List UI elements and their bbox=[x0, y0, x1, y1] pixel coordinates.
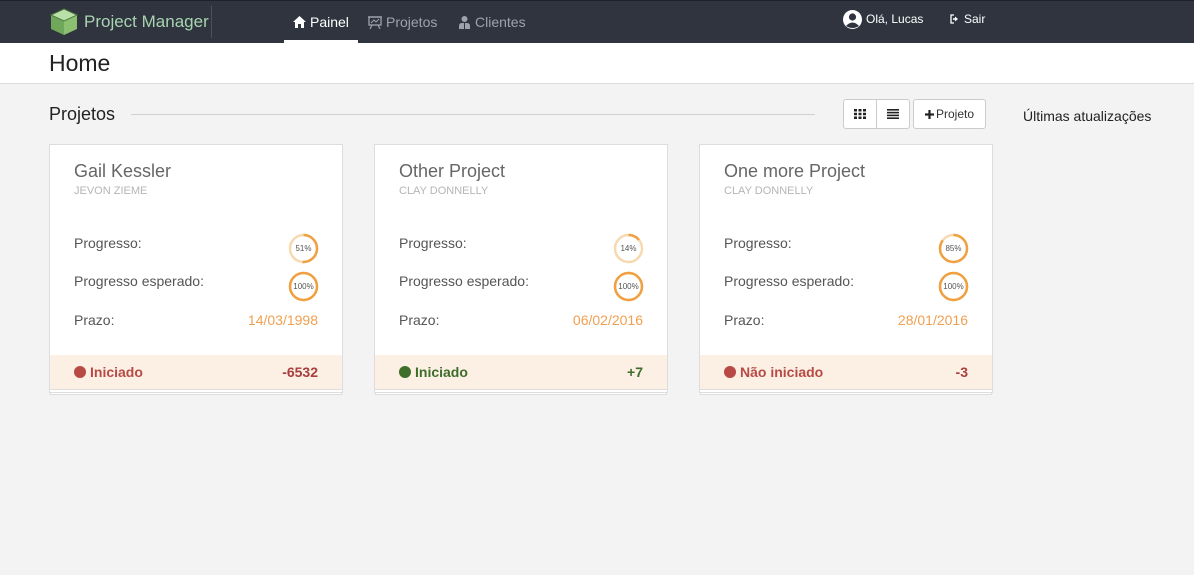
sign-out-icon bbox=[950, 14, 961, 24]
expected-progress-label: Progresso esperado: bbox=[724, 273, 854, 289]
expected-progress-value: 100% bbox=[943, 282, 964, 291]
status-badge: Não iniciado bbox=[724, 364, 823, 380]
project-card[interactable]: One more Project CLAY DONNELLY Progresso… bbox=[699, 144, 993, 390]
expected-progress-ring: 100% bbox=[938, 271, 969, 302]
user-greeting: Olá, Lucas bbox=[866, 12, 924, 26]
brand-divider bbox=[211, 6, 212, 38]
list-view-icon bbox=[887, 109, 899, 119]
progress-ring: 14% bbox=[613, 233, 644, 264]
status-label: Iniciado bbox=[415, 364, 468, 380]
project-card[interactable]: Other Project CLAY DONNELLY Progresso: 1… bbox=[374, 144, 668, 390]
expected-progress-value: 100% bbox=[293, 282, 314, 291]
section-divider bbox=[131, 114, 815, 115]
add-project-button[interactable]: Projeto bbox=[913, 99, 986, 129]
latest-updates-title: Últimas atualizações bbox=[1023, 108, 1152, 124]
deadline-value: 14/03/1998 bbox=[247, 312, 318, 328]
logout-link[interactable]: Sair bbox=[950, 1, 985, 37]
grid-view-icon bbox=[854, 109, 866, 119]
nav-item-label: Painel bbox=[310, 14, 349, 30]
progress-value: 51% bbox=[295, 244, 312, 253]
nav-item-label: Projetos bbox=[386, 14, 438, 30]
expected-progress-label: Progresso esperado: bbox=[399, 273, 529, 289]
days-delta: -3 bbox=[955, 364, 968, 380]
deadline-label: Prazo: bbox=[74, 312, 115, 328]
user-avatar-icon bbox=[842, 9, 863, 30]
status-dot-icon bbox=[399, 366, 411, 378]
expected-progress-label: Progresso esperado: bbox=[74, 273, 204, 289]
status-dot-icon bbox=[724, 366, 736, 378]
section-title: Projetos bbox=[49, 104, 116, 124]
project-client: JEVON ZIEME bbox=[74, 185, 148, 197]
project-card[interactable]: Gail Kessler JEVON ZIEME Progresso: 51% … bbox=[49, 144, 343, 390]
page-title: Home bbox=[49, 50, 111, 76]
nav-item-painel[interactable]: Painel bbox=[293, 1, 349, 43]
deadline-label: Prazo: bbox=[399, 312, 440, 328]
presentation-board-icon bbox=[368, 15, 382, 29]
users-icon bbox=[458, 15, 471, 29]
progress-ring: 85% bbox=[938, 233, 969, 264]
grid-view-button[interactable] bbox=[843, 99, 877, 129]
expected-progress-value: 100% bbox=[618, 282, 639, 291]
project-name: Gail Kessler bbox=[74, 161, 172, 181]
status-badge: Iniciado bbox=[399, 364, 468, 380]
brand[interactable]: Project Manager bbox=[49, 6, 209, 38]
user-menu[interactable]: Olá, Lucas bbox=[842, 1, 923, 37]
card-footer: Iniciado +7 bbox=[375, 355, 667, 389]
nav-item-projetos[interactable]: Projetos bbox=[368, 1, 437, 43]
plus-icon bbox=[924, 109, 934, 119]
home-icon bbox=[293, 16, 306, 28]
card-footer: Iniciado -6532 bbox=[50, 355, 342, 389]
progress-label: Progresso: bbox=[724, 235, 792, 251]
cube-logo-icon bbox=[49, 8, 79, 35]
progress-ring: 51% bbox=[288, 233, 319, 264]
top-navbar: Project Manager Painel Projetos Clientes… bbox=[0, 0, 1194, 43]
project-name: One more Project bbox=[724, 161, 866, 181]
project-client: CLAY DONNELLY bbox=[724, 185, 814, 197]
deadline-label: Prazo: bbox=[724, 312, 765, 328]
deadline-value: 06/02/2016 bbox=[572, 312, 643, 328]
status-label: Iniciado bbox=[90, 364, 143, 380]
deadline-value: 28/01/2016 bbox=[897, 312, 968, 328]
progress-label: Progresso: bbox=[74, 235, 142, 251]
project-name: Other Project bbox=[399, 161, 506, 181]
nav-item-clientes[interactable]: Clientes bbox=[458, 1, 526, 43]
status-dot-icon bbox=[74, 366, 86, 378]
nav-item-label: Clientes bbox=[475, 14, 526, 30]
progress-label: Progresso: bbox=[399, 235, 467, 251]
expected-progress-ring: 100% bbox=[288, 271, 319, 302]
list-view-button[interactable] bbox=[876, 99, 910, 129]
card-footer: Não iniciado -3 bbox=[700, 355, 992, 389]
expected-progress-ring: 100% bbox=[613, 271, 644, 302]
page-header: Home bbox=[0, 43, 1194, 84]
logout-label: Sair bbox=[964, 12, 986, 26]
add-project-label: Projeto bbox=[935, 107, 975, 121]
days-delta: -6532 bbox=[282, 364, 318, 380]
days-delta: +7 bbox=[627, 364, 643, 380]
progress-value: 85% bbox=[945, 244, 962, 253]
progress-value: 14% bbox=[620, 244, 637, 253]
status-badge: Iniciado bbox=[74, 364, 143, 380]
brand-name: Project Manager bbox=[84, 12, 209, 31]
status-label: Não iniciado bbox=[740, 364, 824, 380]
project-client: CLAY DONNELLY bbox=[399, 185, 489, 197]
